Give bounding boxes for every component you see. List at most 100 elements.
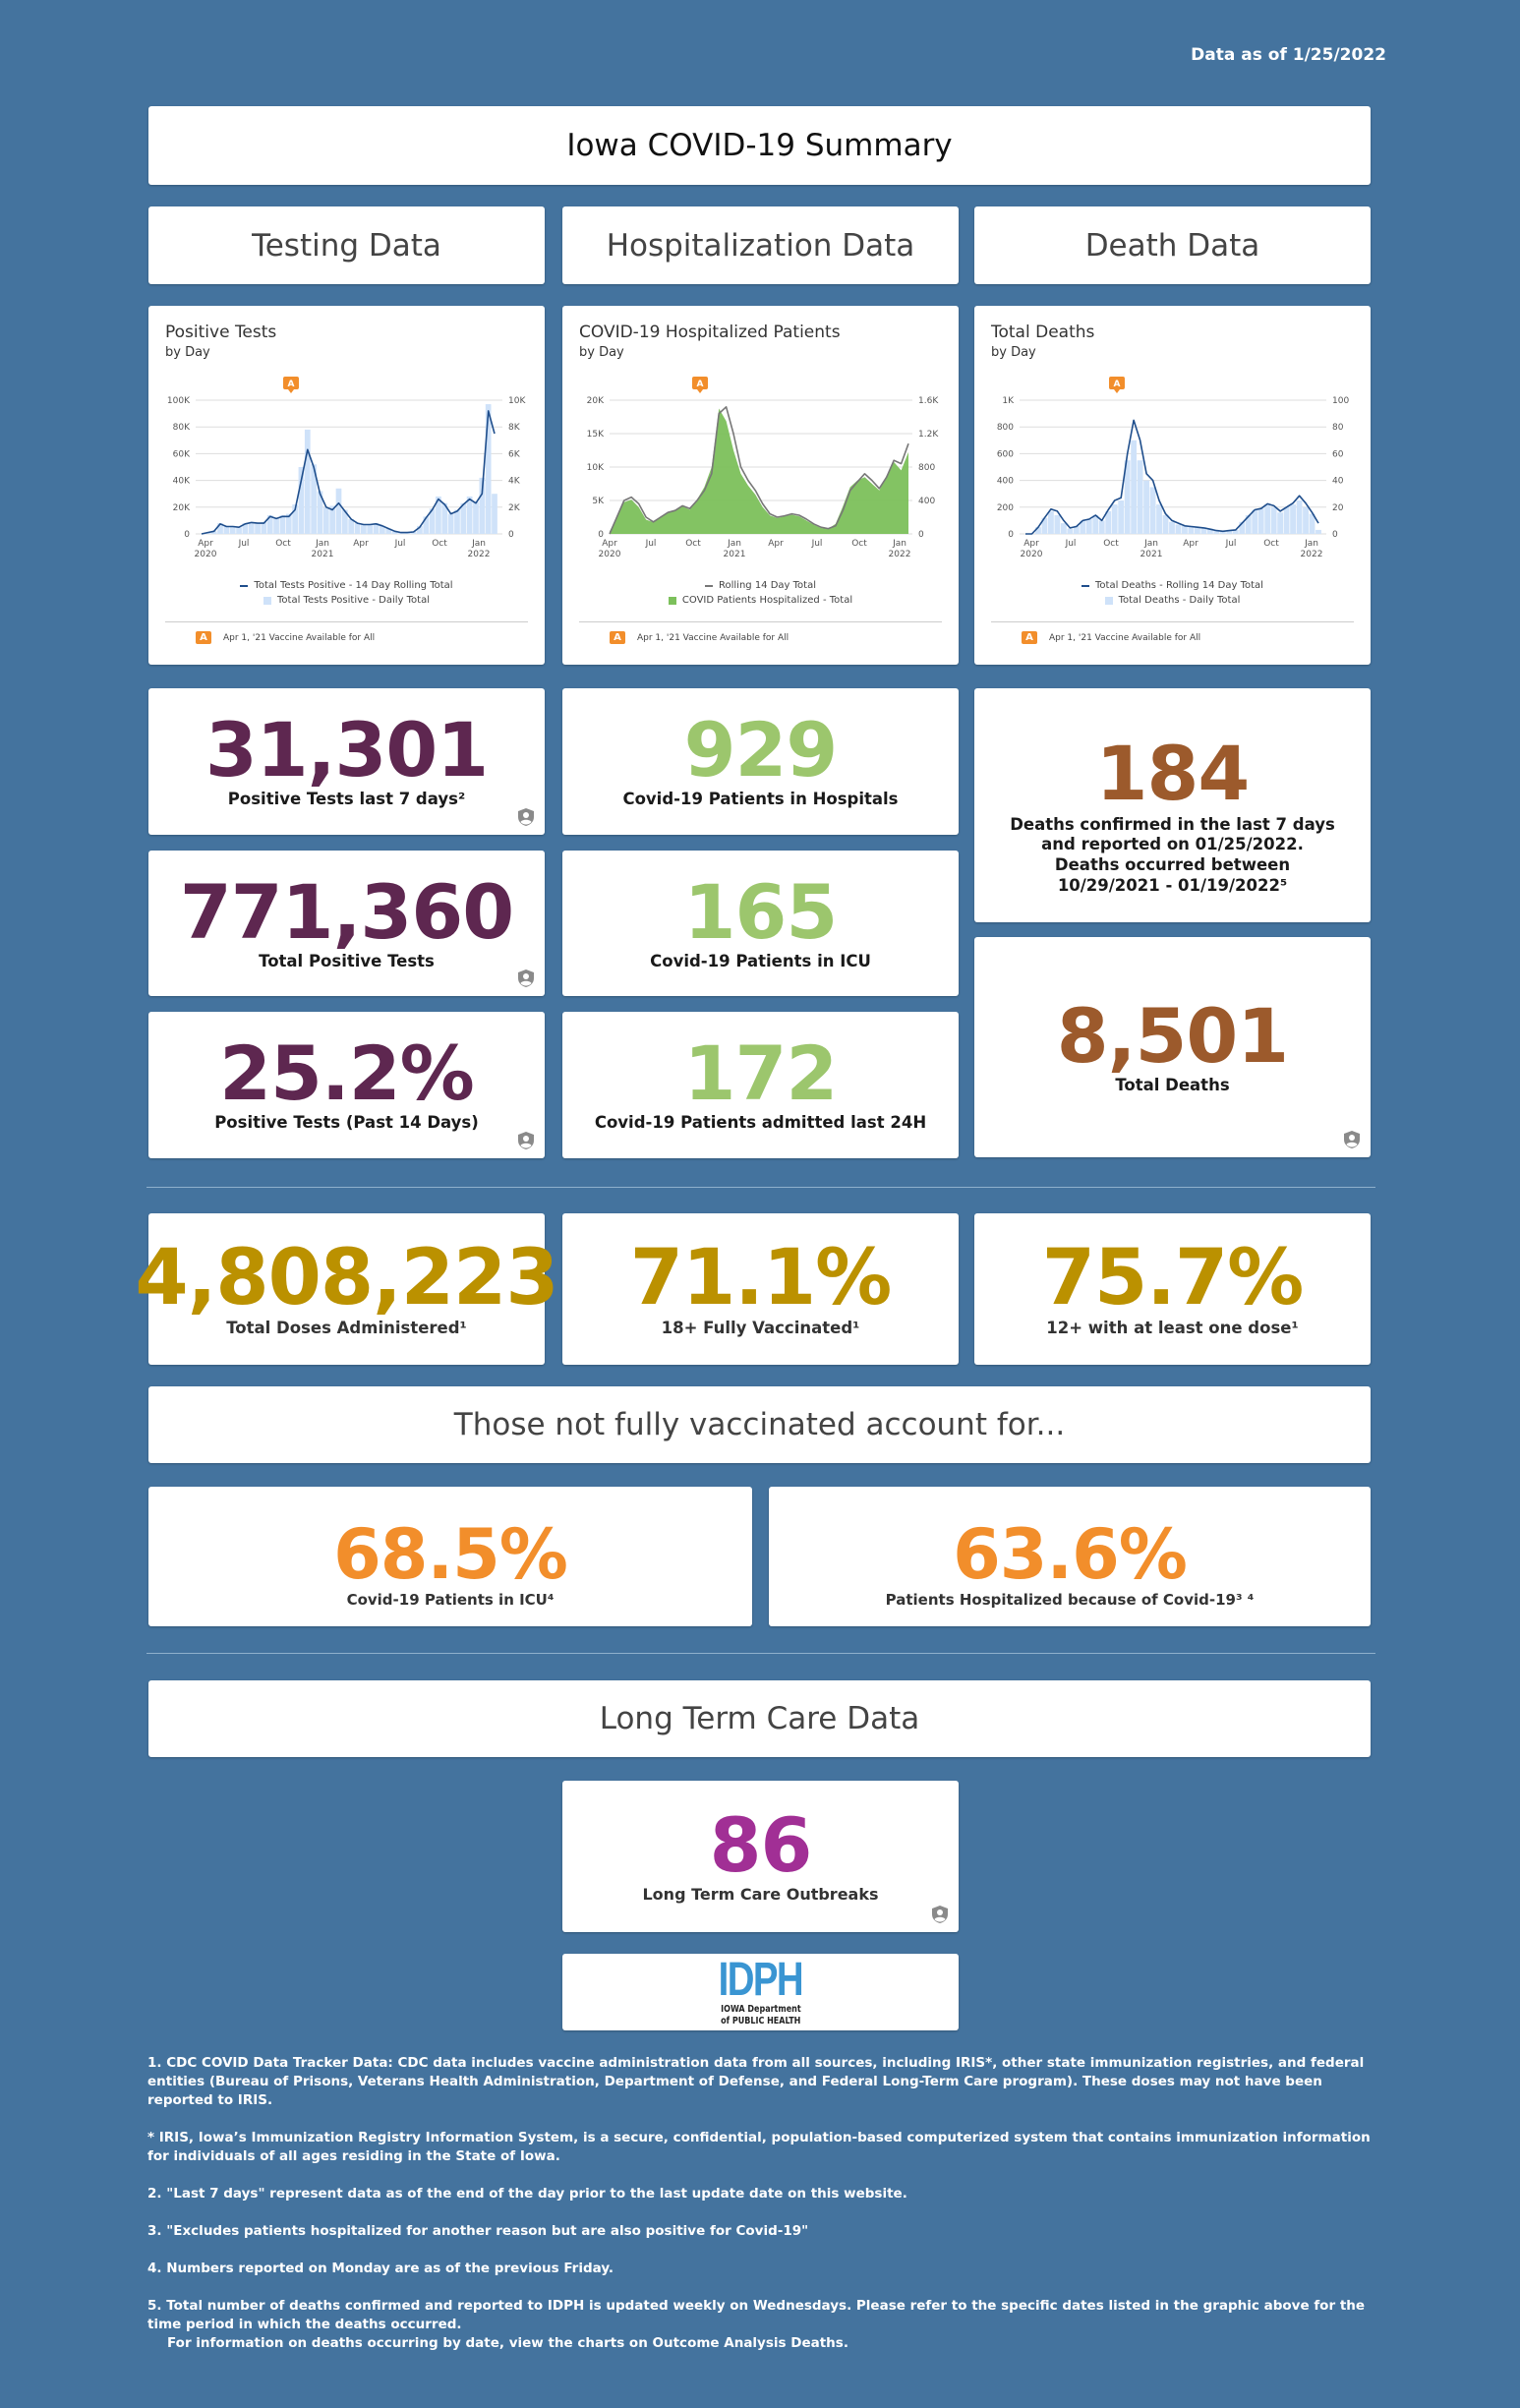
bar — [1315, 529, 1321, 534]
stat-label-line: 10/29/2021 - 01/19/2022⁵ — [1057, 875, 1288, 895]
bar — [1257, 508, 1264, 534]
x-tick-label: Jan — [471, 539, 486, 549]
legend-label: Total Deaths - Daily Total — [1118, 595, 1241, 606]
chart-legend: Rolling 14 Day Total COVID Patients Hosp… — [562, 578, 959, 608]
y-right-tick-label: 2K — [508, 503, 521, 513]
y-left-tick-label: 10K — [587, 463, 605, 473]
bar — [1175, 524, 1182, 534]
bar — [360, 524, 367, 534]
footnote: 5. Total number of deaths confirmed and … — [147, 2298, 1366, 2332]
chart-plot[interactable]: 0 020K 2K40K 4K60K 6K80K 8K100K 10KApr2020Jul O… — [148, 306, 545, 665]
annotation-marker-label: A — [1114, 380, 1121, 389]
bar — [1054, 514, 1061, 534]
x-tick-year-label: 2021 — [1140, 550, 1163, 559]
stat-label-line: Deaths occurred between — [1054, 855, 1291, 874]
legend-item[interactable]: Total Deaths - Rolling 14 Day Total — [974, 578, 1371, 593]
bar — [447, 513, 454, 534]
y-right-tick-label: 0 — [918, 530, 924, 540]
y-right-tick-label: 40 — [1332, 477, 1344, 487]
legend-item[interactable]: Total Tests Positive - 14 Day Rolling To… — [148, 578, 545, 593]
legend-line-swatch — [240, 584, 249, 587]
x-tick-label: Oct — [432, 539, 447, 549]
bar — [348, 519, 355, 534]
y-right-tick-label: 100 — [1332, 396, 1349, 406]
stat-label: Covid-19 Patients admitted last 24H — [594, 1113, 927, 1133]
bar — [1277, 512, 1284, 534]
legend-item[interactable]: Total Deaths - Daily Total — [974, 593, 1371, 608]
y-right-tick-label: 6K — [508, 449, 521, 459]
bar — [1162, 514, 1169, 534]
stat-total-positive-tests: 771,360 Total Positive Tests — [148, 851, 545, 996]
bar — [335, 488, 342, 534]
legend-box-swatch — [1104, 596, 1113, 605]
bar — [1085, 519, 1092, 534]
y-right-tick-label: 0 — [1332, 530, 1338, 540]
stat-value: 8,501 — [1056, 991, 1289, 1080]
shield-user-icon[interactable] — [931, 1905, 949, 1924]
bar — [279, 514, 286, 534]
page-title-card: Iowa COVID-19 Summary — [148, 106, 1371, 185]
stat-label-line: Deaths confirmed in the last 7 days — [1010, 814, 1335, 834]
section-title: Those not fully vaccinated account for..… — [453, 1407, 1066, 1442]
stat-value: 86 — [709, 1801, 813, 1889]
section-title: Testing Data — [252, 227, 441, 264]
x-tick-label: Oct — [685, 539, 701, 549]
legend-item[interactable]: Total Tests Positive - Daily Total — [148, 593, 545, 608]
y-left-tick-label: 15K — [587, 430, 605, 440]
y-left-tick-label: 400 — [997, 477, 1014, 487]
y-right-tick-label: 80 — [1332, 423, 1344, 433]
section-title: Hospitalization Data — [606, 227, 915, 264]
chart-plot[interactable]: 0 05K 40010K 80015K 1.2K20K 1.6KApr2020Jul Oct… — [562, 306, 959, 665]
bar — [1182, 525, 1188, 534]
shield-user-icon[interactable] — [517, 969, 535, 988]
x-tick-year-label: 2021 — [312, 550, 334, 559]
idph-logo-card[interactable]: IDPH IOWA Department of PUBLIC HEALTH — [562, 1954, 959, 2030]
total-deaths-chart[interactable]: Total Deaths by Day 0 0 200 20 400 40 600 60 800… — [974, 306, 1371, 665]
y-right-tick-label: 8K — [508, 423, 521, 433]
chart-plot[interactable]: 0 0200 20400 40600 60800 801K 100Apr2020Jul Oct… — [974, 306, 1371, 665]
stat-value: 165 — [683, 867, 839, 956]
footnote-link-text[interactable]: For information on deaths occurring by d… — [147, 2334, 1376, 2353]
y-left-tick-label: 200 — [997, 503, 1014, 513]
y-right-tick-label: 1.2K — [918, 430, 939, 440]
legend-item[interactable]: Rolling 14 Day Total — [562, 578, 959, 593]
stat-value: 172 — [683, 1029, 839, 1118]
shield-user-icon[interactable] — [517, 1131, 535, 1150]
data-as-of: Data as of 1/25/2022 — [1191, 45, 1386, 65]
chart-divider — [991, 621, 1354, 622]
annotation-badge: A — [196, 631, 211, 644]
annotation-marker-pointer — [697, 389, 703, 393]
positive-tests-chart[interactable]: Positive Tests by Day 0 0 20K 2K 40K 4K 60K 6K 8… — [148, 306, 545, 665]
x-tick-label: Apr — [198, 539, 213, 549]
x-tick-year-label: 2022 — [468, 550, 491, 559]
stat-label-line: and reported on 01/25/2022. — [1041, 835, 1304, 854]
x-tick-label: Jan — [892, 539, 906, 549]
legend-item[interactable]: COVID Patients Hospitalized - Total — [562, 593, 959, 608]
x-tick-label: Jan — [1304, 539, 1318, 549]
footnote: * IRIS, Iowa’s Immunization Registry Inf… — [147, 2130, 1371, 2164]
legend-label: COVID Patients Hospitalized - Total — [681, 595, 853, 606]
stat-value: 771,360 — [179, 867, 514, 956]
x-tick-year-label: 2021 — [724, 550, 746, 559]
stat-label: 18+ Fully Vaccinated¹ — [661, 1318, 860, 1337]
bar — [454, 509, 460, 534]
stat-patients-in-hospitals: 929 Covid-19 Patients in Hospitals — [562, 688, 959, 835]
bar — [1283, 506, 1290, 534]
bar — [1118, 500, 1125, 534]
y-left-tick-label: 40K — [173, 477, 191, 487]
stat-value: 929 — [683, 706, 839, 794]
bar — [322, 506, 329, 534]
stat-label: Covid-19 Patients in ICU⁴ — [346, 1590, 555, 1609]
y-left-tick-label: 0 — [1008, 530, 1014, 540]
hospitalized-patients-chart[interactable]: COVID-19 Hospitalized Patients by Day 00… — [562, 306, 959, 665]
bar — [1137, 460, 1143, 534]
legend-label: Total Tests Positive - Daily Total — [277, 595, 430, 606]
shield-user-icon[interactable] — [517, 807, 535, 827]
shield-user-icon[interactable] — [1343, 1130, 1361, 1149]
chart-legend: Total Deaths - Rolling 14 Day Total Tota… — [974, 578, 1371, 608]
x-tick-label: Apr — [768, 539, 784, 549]
x-tick-label: Apr — [1023, 539, 1039, 549]
y-right-tick-label: 4K — [508, 477, 521, 487]
bar — [1296, 500, 1303, 534]
x-tick-label: Jul — [811, 539, 823, 549]
